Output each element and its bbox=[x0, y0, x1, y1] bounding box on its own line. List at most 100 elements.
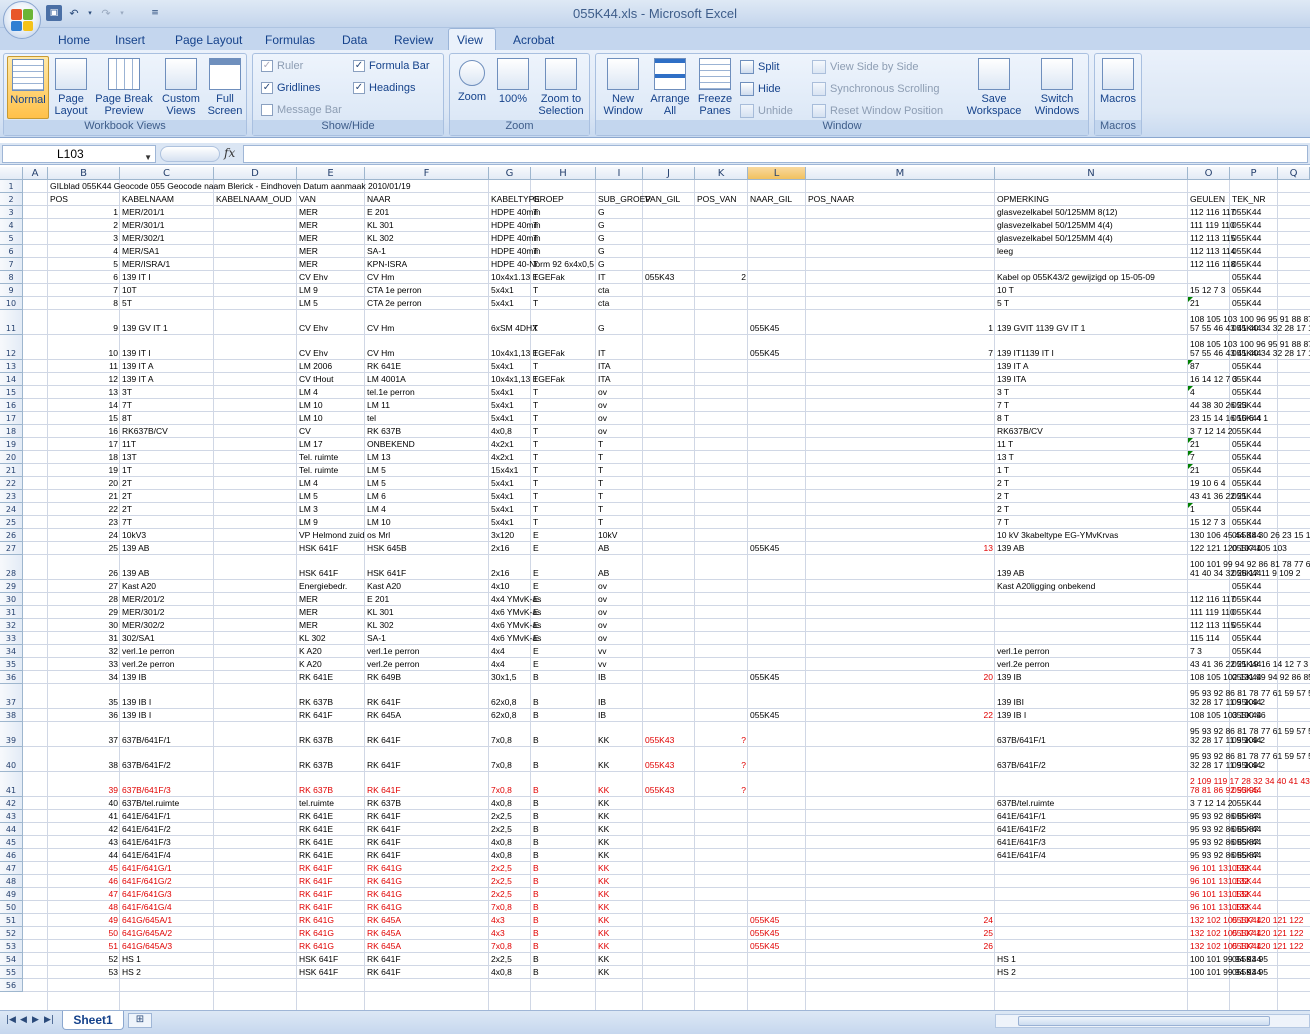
column-header-h[interactable]: H bbox=[531, 167, 596, 180]
cell[interactable]: T bbox=[531, 388, 596, 397]
row-header[interactable]: 9 bbox=[0, 284, 23, 297]
row-header[interactable]: 16 bbox=[0, 399, 23, 412]
cell[interactable]: RK 637B bbox=[297, 736, 365, 745]
cell[interactable]: E bbox=[531, 621, 596, 630]
cell[interactable]: 1 bbox=[1188, 505, 1230, 514]
cell[interactable]: 27 bbox=[48, 582, 120, 591]
row-header[interactable]: 25 bbox=[0, 516, 23, 529]
row-header[interactable]: 29 bbox=[0, 580, 23, 593]
row-header[interactable]: 37 bbox=[0, 684, 23, 709]
formula-input[interactable] bbox=[243, 145, 1308, 163]
cell[interactable]: 21 bbox=[1188, 440, 1230, 449]
cell[interactable]: 139 IB I bbox=[120, 698, 214, 707]
cell[interactable]: 641F/641G/1 bbox=[120, 864, 214, 873]
cell[interactable]: E bbox=[531, 660, 596, 669]
arrange-all-button[interactable]: Arrange All bbox=[648, 56, 692, 117]
cell[interactable]: G bbox=[596, 260, 643, 269]
cell[interactable]: IB bbox=[596, 673, 643, 682]
column-header-e[interactable]: E bbox=[297, 167, 365, 180]
cell[interactable]: LM 5 bbox=[297, 492, 365, 501]
cell[interactable]: B bbox=[531, 851, 596, 860]
cell[interactable]: 10 kV 3kabeltype EG-YMvKrvas bbox=[995, 531, 1188, 540]
cell[interactable]: LM 9 bbox=[297, 518, 365, 527]
row-header[interactable]: 26 bbox=[0, 529, 23, 542]
cell[interactable]: 5x4x1 bbox=[489, 479, 531, 488]
cell[interactable]: E 201 bbox=[365, 595, 489, 604]
column-header-a[interactable]: A bbox=[23, 167, 48, 180]
cell[interactable]: 055K43 bbox=[643, 761, 695, 770]
cell[interactable]: 31 bbox=[48, 634, 120, 643]
cell[interactable]: RK 641F bbox=[365, 786, 489, 795]
row-header[interactable]: 46 bbox=[0, 849, 23, 862]
cell[interactable]: 2x2,5 bbox=[489, 825, 531, 834]
cell[interactable]: RK 637B bbox=[365, 427, 489, 436]
cell[interactable]: 21 bbox=[1188, 466, 1230, 475]
tab-acrobat[interactable]: Acrobat bbox=[505, 32, 562, 50]
cell[interactable]: 055K44 bbox=[1230, 608, 1278, 617]
cell[interactable]: 37 bbox=[48, 736, 120, 745]
cell[interactable]: RK 645A bbox=[365, 711, 489, 720]
cell[interactable]: E bbox=[531, 647, 596, 656]
cell[interactable]: 23 bbox=[48, 518, 120, 527]
cell[interactable]: 055K44 bbox=[1230, 349, 1278, 358]
cell[interactable]: 7x0,8 bbox=[489, 761, 531, 770]
cell[interactable]: 52 bbox=[48, 955, 120, 964]
cell[interactable]: 7x0,8 bbox=[489, 736, 531, 745]
cell[interactable]: 055K44 bbox=[1230, 479, 1278, 488]
row-header[interactable]: 30 bbox=[0, 593, 23, 606]
cell[interactable]: 139 IT A bbox=[995, 362, 1188, 371]
tab-home[interactable]: Home bbox=[50, 32, 98, 50]
cell[interactable]: 62x0,8 bbox=[489, 698, 531, 707]
normal-view-button[interactable]: Normal bbox=[7, 56, 49, 119]
row-header[interactable]: 32 bbox=[0, 619, 23, 632]
cell[interactable]: T bbox=[531, 286, 596, 295]
row-header[interactable]: 15 bbox=[0, 386, 23, 399]
cell[interactable]: KABELTYPE bbox=[489, 195, 540, 204]
cell[interactable]: MER bbox=[297, 260, 365, 269]
row-header[interactable]: 27 bbox=[0, 542, 23, 555]
cell[interactable]: 055K44 bbox=[1230, 955, 1278, 964]
cell[interactable]: B bbox=[531, 838, 596, 847]
cell[interactable]: cta bbox=[596, 286, 643, 295]
cell[interactable]: KK bbox=[596, 799, 643, 808]
cell[interactable]: MER bbox=[297, 221, 365, 230]
cell[interactable]: 112 116 118 bbox=[1188, 260, 1235, 269]
column-header-o[interactable]: O bbox=[1188, 167, 1230, 180]
row-header[interactable]: 7 bbox=[0, 258, 23, 271]
cell[interactable]: 055K45 bbox=[748, 711, 806, 720]
cell[interactable]: 055K44 bbox=[1230, 375, 1278, 384]
cell[interactable]: 26 bbox=[806, 942, 995, 951]
row-header[interactable]: 49 bbox=[0, 888, 23, 901]
cell[interactable]: 055K44 bbox=[1230, 786, 1278, 795]
cell[interactable]: T bbox=[596, 505, 643, 514]
name-box-dropdown-icon[interactable]: ▼ bbox=[144, 150, 152, 166]
row-header[interactable]: 6 bbox=[0, 245, 23, 258]
row-header[interactable]: 45 bbox=[0, 836, 23, 849]
row-header[interactable]: 54 bbox=[0, 953, 23, 966]
cell[interactable]: 14 bbox=[48, 401, 120, 410]
cell[interactable]: Kast A20 bbox=[120, 582, 214, 591]
cell[interactable]: HS 2 bbox=[120, 968, 214, 977]
cell[interactable]: TEK_NR bbox=[1230, 195, 1278, 204]
cell[interactable]: 4 bbox=[48, 247, 120, 256]
cell[interactable]: 45 bbox=[48, 864, 120, 873]
cell[interactable]: verl.2e perron bbox=[995, 660, 1188, 669]
cell[interactable]: 055K44 bbox=[1230, 299, 1278, 308]
cell[interactable]: 13T bbox=[120, 453, 214, 462]
cell[interactable]: 3 T bbox=[995, 388, 1188, 397]
cell[interactable]: 100 101 99 94 93 95 bbox=[1188, 968, 1268, 977]
row-header[interactable]: 36 bbox=[0, 671, 23, 684]
cell[interactable]: 7 T bbox=[995, 401, 1188, 410]
hide-button[interactable]: Hide bbox=[740, 82, 781, 96]
cell[interactable]: 112 113 114 bbox=[1188, 247, 1235, 256]
horizontal-scrollbar[interactable] bbox=[995, 1014, 1310, 1028]
cell[interactable]: 4 bbox=[1188, 388, 1230, 397]
cell[interactable]: 23 15 14 16 10 6 4 1 bbox=[1188, 414, 1268, 423]
row-header[interactable]: 18 bbox=[0, 425, 23, 438]
cell[interactable]: 5x4x1 bbox=[489, 362, 531, 371]
cell[interactable]: 46 bbox=[48, 877, 120, 886]
cell[interactable]: T bbox=[531, 466, 596, 475]
tab-review[interactable]: Review bbox=[386, 32, 441, 50]
insert-sheet-icon[interactable]: ⊞ bbox=[128, 1013, 152, 1028]
cell[interactable]: 055K44 bbox=[1230, 736, 1278, 745]
